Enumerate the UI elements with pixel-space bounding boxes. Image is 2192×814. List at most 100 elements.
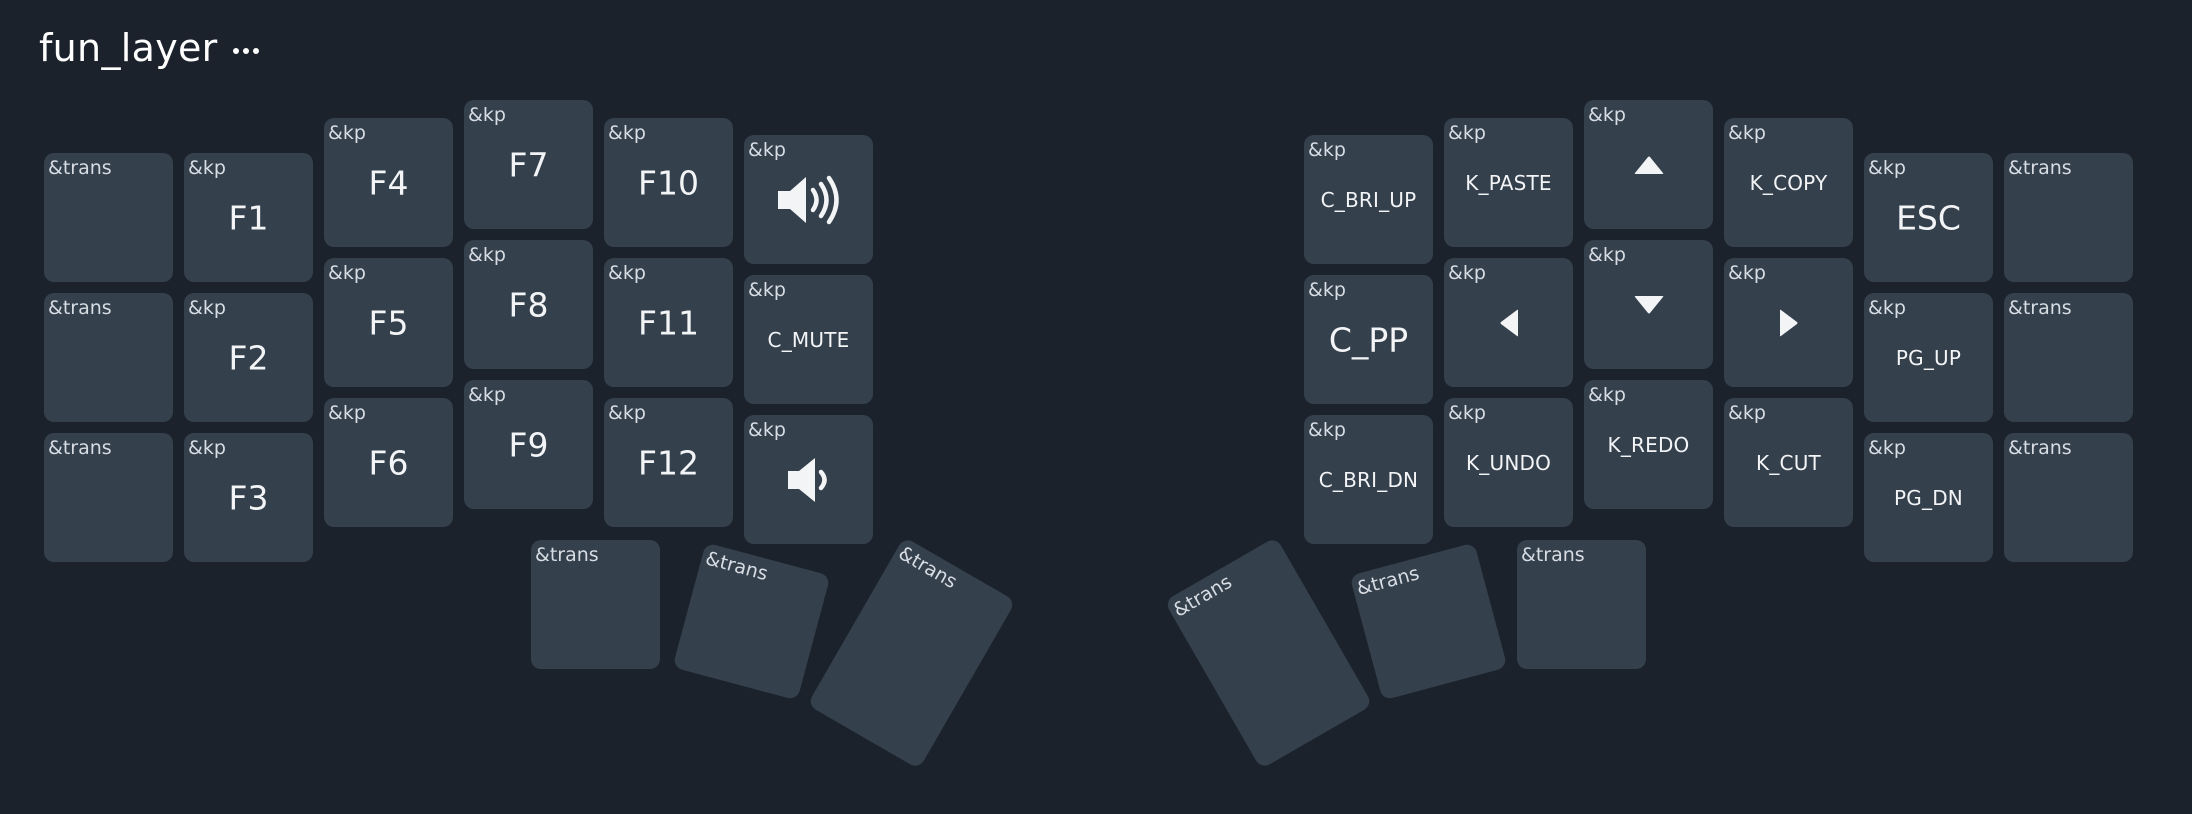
key-tap-label: F2 <box>228 338 269 377</box>
key-left-c5-r2[interactable]: &kp <box>744 415 873 544</box>
key-tap-label: C_PP <box>1328 320 1409 359</box>
key-right-c3-r1[interactable]: &kp <box>1724 258 1853 387</box>
key-hold-label: &kp <box>1728 262 1766 284</box>
key-left-c0-r1[interactable]: &trans <box>44 293 173 422</box>
arrow-left-icon <box>1444 307 1573 339</box>
key-tap-label: F9 <box>508 425 549 464</box>
key-left-c4-r2[interactable]: &kp F12 <box>604 398 733 527</box>
key-right-c2-r0[interactable]: &kp <box>1584 100 1713 229</box>
key-hold-label: &trans <box>1354 562 1422 600</box>
key-tap-label: K_PASTE <box>1465 170 1552 195</box>
key-hold-label: &trans <box>703 547 771 586</box>
key-tap-label: F8 <box>508 285 549 324</box>
key-hold-label: &trans <box>1521 544 1585 566</box>
key-right-thumb-1[interactable]: &trans <box>1164 536 1373 770</box>
arrow-right-icon <box>1724 307 1853 339</box>
key-hold-label: &trans <box>48 297 112 319</box>
key-hold-label: &kp <box>1588 384 1626 406</box>
key-hold-label: &kp <box>1728 402 1766 424</box>
key-tap-label: K_CUT <box>1756 450 1821 475</box>
key-right-c1-r0[interactable]: &kp K_PASTE <box>1444 118 1573 247</box>
arrow-down-icon <box>1584 294 1713 316</box>
key-hold-label: &trans <box>2008 297 2072 319</box>
key-hold-label: &kp <box>328 122 366 144</box>
key-tap-label: F4 <box>368 163 409 202</box>
key-left-c0-r2[interactable]: &trans <box>44 433 173 562</box>
key-hold-label: &kp <box>1588 244 1626 266</box>
key-hold-label: &kp <box>1728 122 1766 144</box>
arrow-up-icon <box>1584 154 1713 176</box>
key-right-c5-r2[interactable]: &trans <box>2004 433 2133 562</box>
key-hold-label: &kp <box>1588 104 1626 126</box>
key-tap-label: F3 <box>228 478 269 517</box>
key-hold-label: &kp <box>1448 402 1486 424</box>
key-tap-label: C_BRI_DN <box>1318 467 1419 492</box>
key-hold-label: &kp <box>328 402 366 424</box>
key-right-c1-r2[interactable]: &kp K_UNDO <box>1444 398 1573 527</box>
key-left-c1-r1[interactable]: &kp F2 <box>184 293 313 422</box>
key-left-c1-r2[interactable]: &kp F3 <box>184 433 313 562</box>
key-tap-label: K_UNDO <box>1465 450 1552 475</box>
key-right-c3-r0[interactable]: &kp K_COPY <box>1724 118 1853 247</box>
key-hold-label: &kp <box>188 157 226 179</box>
key-tap-label: F7 <box>508 145 549 184</box>
key-tap-label: K_REDO <box>1607 432 1690 457</box>
key-tap-label: F1 <box>228 198 269 237</box>
key-tap-label: PG_UP <box>1895 345 1962 370</box>
key-right-c4-r0[interactable]: &kp ESC <box>1864 153 1993 282</box>
key-tap-label: F6 <box>368 443 409 482</box>
key-left-c5-r0[interactable]: &kp <box>744 135 873 264</box>
key-left-thumb-3[interactable]: &trans <box>807 536 1016 770</box>
key-left-c0-r0[interactable]: &trans <box>44 153 173 282</box>
key-hold-label: &trans <box>894 542 961 594</box>
key-tap-label: F12 <box>638 443 699 482</box>
key-hold-label: &kp <box>1868 297 1906 319</box>
key-left-c4-r0[interactable]: &kp F10 <box>604 118 733 247</box>
key-hold-label: &trans <box>2008 157 2072 179</box>
key-hold-label: &trans <box>535 544 599 566</box>
key-left-c3-r1[interactable]: &kp F8 <box>464 240 593 369</box>
key-tap-label: PG_DN <box>1894 485 1963 510</box>
key-right-thumb-3[interactable]: &trans <box>1517 540 1646 669</box>
key-tap-label: ESC <box>1896 198 1961 237</box>
key-right-c2-r1[interactable]: &kp <box>1584 240 1713 369</box>
key-hold-label: &trans <box>1169 570 1236 622</box>
key-tap-label: C_MUTE <box>767 327 850 352</box>
key-right-c1-r1[interactable]: &kp <box>1444 258 1573 387</box>
key-left-c3-r2[interactable]: &kp F9 <box>464 380 593 509</box>
key-right-c5-r1[interactable]: &trans <box>2004 293 2133 422</box>
key-right-c5-r0[interactable]: &trans <box>2004 153 2133 282</box>
key-right-c4-r1[interactable]: &kp PG_UP <box>1864 293 1993 422</box>
volume-down-icon <box>744 456 873 504</box>
key-left-c4-r1[interactable]: &kp F11 <box>604 258 733 387</box>
key-hold-label: &kp <box>1308 419 1346 441</box>
volume-up-icon <box>744 174 873 226</box>
key-right-c0-r2[interactable]: &kp C_BRI_DN <box>1304 415 1433 544</box>
key-left-c2-r0[interactable]: &kp F4 <box>324 118 453 247</box>
key-hold-label: &kp <box>1448 262 1486 284</box>
key-left-thumb-2[interactable]: &trans <box>672 542 831 701</box>
key-left-c5-r1[interactable]: &kp C_MUTE <box>744 275 873 404</box>
key-hold-label: &kp <box>1308 279 1346 301</box>
key-left-thumb-1[interactable]: &trans <box>531 540 660 669</box>
key-hold-label: &kp <box>468 244 506 266</box>
key-tap-label: K_COPY <box>1749 170 1828 195</box>
key-hold-label: &trans <box>48 437 112 459</box>
key-hold-label: &kp <box>608 402 646 424</box>
key-left-c1-r0[interactable]: &kp F1 <box>184 153 313 282</box>
key-tap-label: C_BRI_UP <box>1320 187 1417 212</box>
key-left-c2-r1[interactable]: &kp F5 <box>324 258 453 387</box>
key-left-c2-r2[interactable]: &kp F6 <box>324 398 453 527</box>
more-horizontal-icon[interactable] <box>233 48 259 58</box>
key-hold-label: &kp <box>748 279 786 301</box>
key-right-thumb-2[interactable]: &trans <box>1349 542 1508 701</box>
key-right-c4-r2[interactable]: &kp PG_DN <box>1864 433 1993 562</box>
key-left-c3-r0[interactable]: &kp F7 <box>464 100 593 229</box>
key-hold-label: &kp <box>608 122 646 144</box>
key-tap-label: F10 <box>638 163 699 202</box>
key-right-c3-r2[interactable]: &kp K_CUT <box>1724 398 1853 527</box>
key-hold-label: &kp <box>1868 157 1906 179</box>
key-right-c2-r2[interactable]: &kp K_REDO <box>1584 380 1713 509</box>
key-right-c0-r1[interactable]: &kp C_PP <box>1304 275 1433 404</box>
key-right-c0-r0[interactable]: &kp C_BRI_UP <box>1304 135 1433 264</box>
